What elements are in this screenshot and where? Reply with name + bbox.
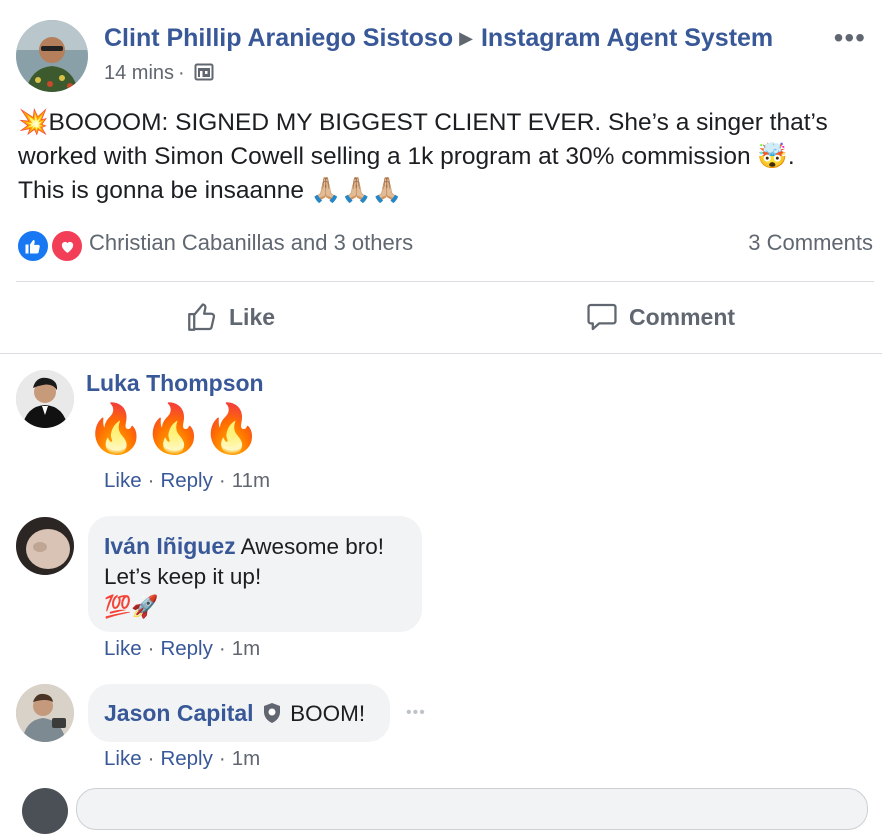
post-group-name[interactable]: Instagram Agent System <box>481 24 773 52</box>
thumbs-up-icon <box>25 240 40 254</box>
comment-button[interactable]: Comment <box>585 300 735 334</box>
comment-icon <box>587 303 617 331</box>
separator: · <box>147 469 155 492</box>
heart-icon <box>61 241 73 253</box>
author-avatar[interactable] <box>16 20 88 92</box>
like-reaction-icon[interactable] <box>16 229 50 263</box>
comment-body-jason: Jason Capital BOOM! <box>104 698 365 729</box>
author-avatar-photo <box>16 20 88 92</box>
comment-reply-link[interactable]: Reply <box>160 469 212 492</box>
post-text-line-2: worked with Simon Cowell selling a 1k pr… <box>18 143 795 170</box>
comment-like-link[interactable]: Like <box>104 747 142 770</box>
thumbs-up-outline-icon <box>188 303 216 331</box>
separator: · <box>147 637 155 660</box>
post-body: 💥BOOOOM: SIGNED MY BIGGEST CLIENT EVER. … <box>18 106 868 208</box>
comment-reply-link[interactable]: Reply <box>160 637 212 660</box>
group-privacy-icon <box>194 63 214 81</box>
triangle-right-icon: ▶ <box>459 28 473 48</box>
separator: · <box>218 637 226 660</box>
post-more-options-icon[interactable]: ••• <box>834 22 866 54</box>
write-comment-avatar <box>22 788 68 834</box>
reactions-summary[interactable]: Christian Cabanillas and 3 others <box>89 230 413 256</box>
write-comment-input[interactable] <box>76 788 868 830</box>
comment-author-jason[interactable]: Jason Capital <box>104 700 254 726</box>
separator: · <box>147 747 155 770</box>
comment-text-ivan-line-3: 💯🚀 <box>104 594 159 619</box>
comment-text-jason: BOOM! <box>290 701 366 726</box>
verified-badge-icon <box>263 703 280 723</box>
ivan-avatar-photo <box>16 517 74 575</box>
love-reaction-icon[interactable] <box>50 229 84 263</box>
meta-separator: · <box>178 62 185 84</box>
post-meta: 14 mins · <box>104 62 214 85</box>
comment-author-ivan[interactable]: Iván Iñiguez <box>104 533 236 559</box>
comment-avatar-luka[interactable] <box>16 370 74 428</box>
luka-avatar-photo <box>16 370 74 428</box>
comment-text-luka: 🔥🔥🔥 <box>86 403 261 456</box>
post-text-line-3: This is gonna be insaanne 🙏🏼🙏🏼🙏🏼 <box>18 177 403 204</box>
comment-avatar-jason[interactable] <box>16 684 74 742</box>
comment-actions-luka: Like · Reply · 11m <box>104 469 270 493</box>
comment-text-ivan-line-1: Awesome bro! <box>240 534 385 559</box>
comment-avatar-ivan[interactable] <box>16 517 74 575</box>
post-author-name[interactable]: Clint Phillip Araniego Sistoso <box>104 24 453 52</box>
comment-like-link[interactable]: Like <box>104 469 142 492</box>
separator: · <box>218 469 226 492</box>
comment-more-options-icon[interactable]: ••• <box>406 704 426 722</box>
actions-divider <box>0 353 882 354</box>
like-button[interactable]: Like <box>185 300 275 334</box>
comment-actions-ivan: Like · Reply · 1m <box>104 637 260 661</box>
comments-count[interactable]: 3 Comments <box>748 230 873 256</box>
comment-actions-jason: Like · Reply · 1m <box>104 747 260 771</box>
comment-time[interactable]: 1m <box>232 747 260 770</box>
separator: · <box>218 747 226 770</box>
post-timestamp[interactable]: 14 mins <box>104 62 174 84</box>
comment-reply-link[interactable]: Reply <box>160 747 212 770</box>
reactions-divider <box>16 281 874 282</box>
like-button-label: Like <box>229 303 276 330</box>
post-author-line: Clint Phillip Araniego Sistoso ▶ Instagram… <box>104 24 773 53</box>
comment-time[interactable]: 1m <box>232 637 260 660</box>
jason-avatar-photo <box>16 684 74 742</box>
comment-body-ivan: Iván Iñiguez Awesome bro! Let’s keep it … <box>104 531 384 622</box>
comment-text-ivan-line-2: Let’s keep it up! <box>104 564 262 589</box>
post-text-line-1: 💥BOOOOM: SIGNED MY BIGGEST CLIENT EVER. … <box>18 109 828 136</box>
comment-button-label: Comment <box>629 303 736 330</box>
comment-time[interactable]: 11m <box>232 469 270 492</box>
comment-author-luka[interactable]: Luka Thompson <box>86 370 264 397</box>
comment-like-link[interactable]: Like <box>104 637 142 660</box>
